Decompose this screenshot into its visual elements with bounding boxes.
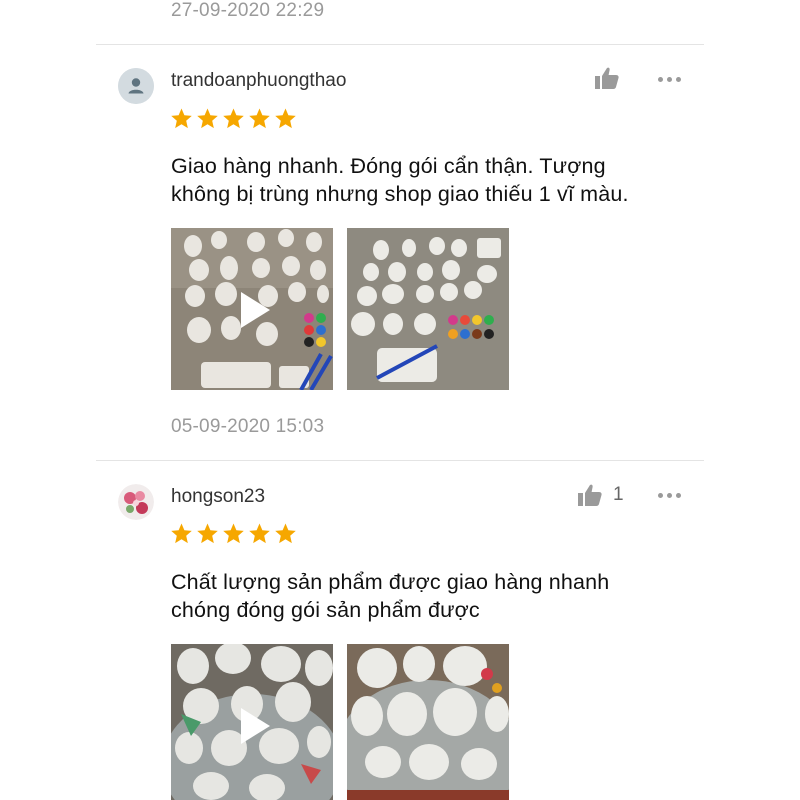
user-avatar[interactable] (118, 484, 154, 520)
review-comment: Giao hàng nhanh. Đóng gói cẩn thận. Tượn… (171, 152, 691, 208)
like-count: 1 (613, 484, 624, 505)
star-icon (197, 108, 218, 129)
review-comment: Chất lượng sản phẩm được giao hàng nhanh… (171, 568, 691, 624)
like-button[interactable]: 1 (577, 483, 624, 507)
thumbs-up-icon (578, 484, 602, 506)
review-date: 27-09-2020 22:29 (171, 0, 325, 21)
more-options-button[interactable] (658, 77, 681, 82)
review-video-thumbnail[interactable] (171, 644, 333, 800)
more-options-button[interactable] (658, 493, 681, 498)
review-divider (96, 460, 704, 461)
star-icon (275, 108, 296, 129)
comment-line: Giao hàng nhanh. Đóng gói cẩn thận. Tượn… (171, 154, 606, 178)
review-photo[interactable] (347, 228, 509, 390)
review-username[interactable]: hongson23 (171, 486, 265, 508)
more-icon (658, 493, 663, 498)
star-icon (249, 108, 270, 129)
review-divider (96, 44, 704, 45)
review-photo[interactable] (347, 644, 509, 800)
avatar-photo (118, 484, 154, 520)
star-icon (223, 108, 244, 129)
star-icon (171, 108, 192, 129)
comment-line: Chất lượng sản phẩm được giao hàng nhanh (171, 570, 610, 594)
review-username[interactable]: trandoanphuongthao (171, 70, 346, 92)
user-avatar[interactable] (118, 68, 154, 104)
review-date: 05-09-2020 15:03 (171, 416, 325, 437)
review-video-thumbnail[interactable] (171, 228, 333, 390)
comment-line: chóng đóng gói sản phẩm được (171, 598, 480, 622)
comment-line: không bị trùng nhưng shop giao thiếu 1 v… (171, 182, 629, 206)
star-icon (249, 523, 270, 544)
like-button[interactable] (594, 66, 630, 90)
rating-stars (170, 107, 297, 130)
star-icon (197, 523, 218, 544)
avatar-default-icon (118, 68, 154, 104)
thumbs-up-icon (595, 67, 619, 89)
more-icon (658, 77, 663, 82)
star-icon (171, 523, 192, 544)
star-icon (275, 523, 296, 544)
rating-stars (170, 522, 297, 545)
star-icon (223, 523, 244, 544)
